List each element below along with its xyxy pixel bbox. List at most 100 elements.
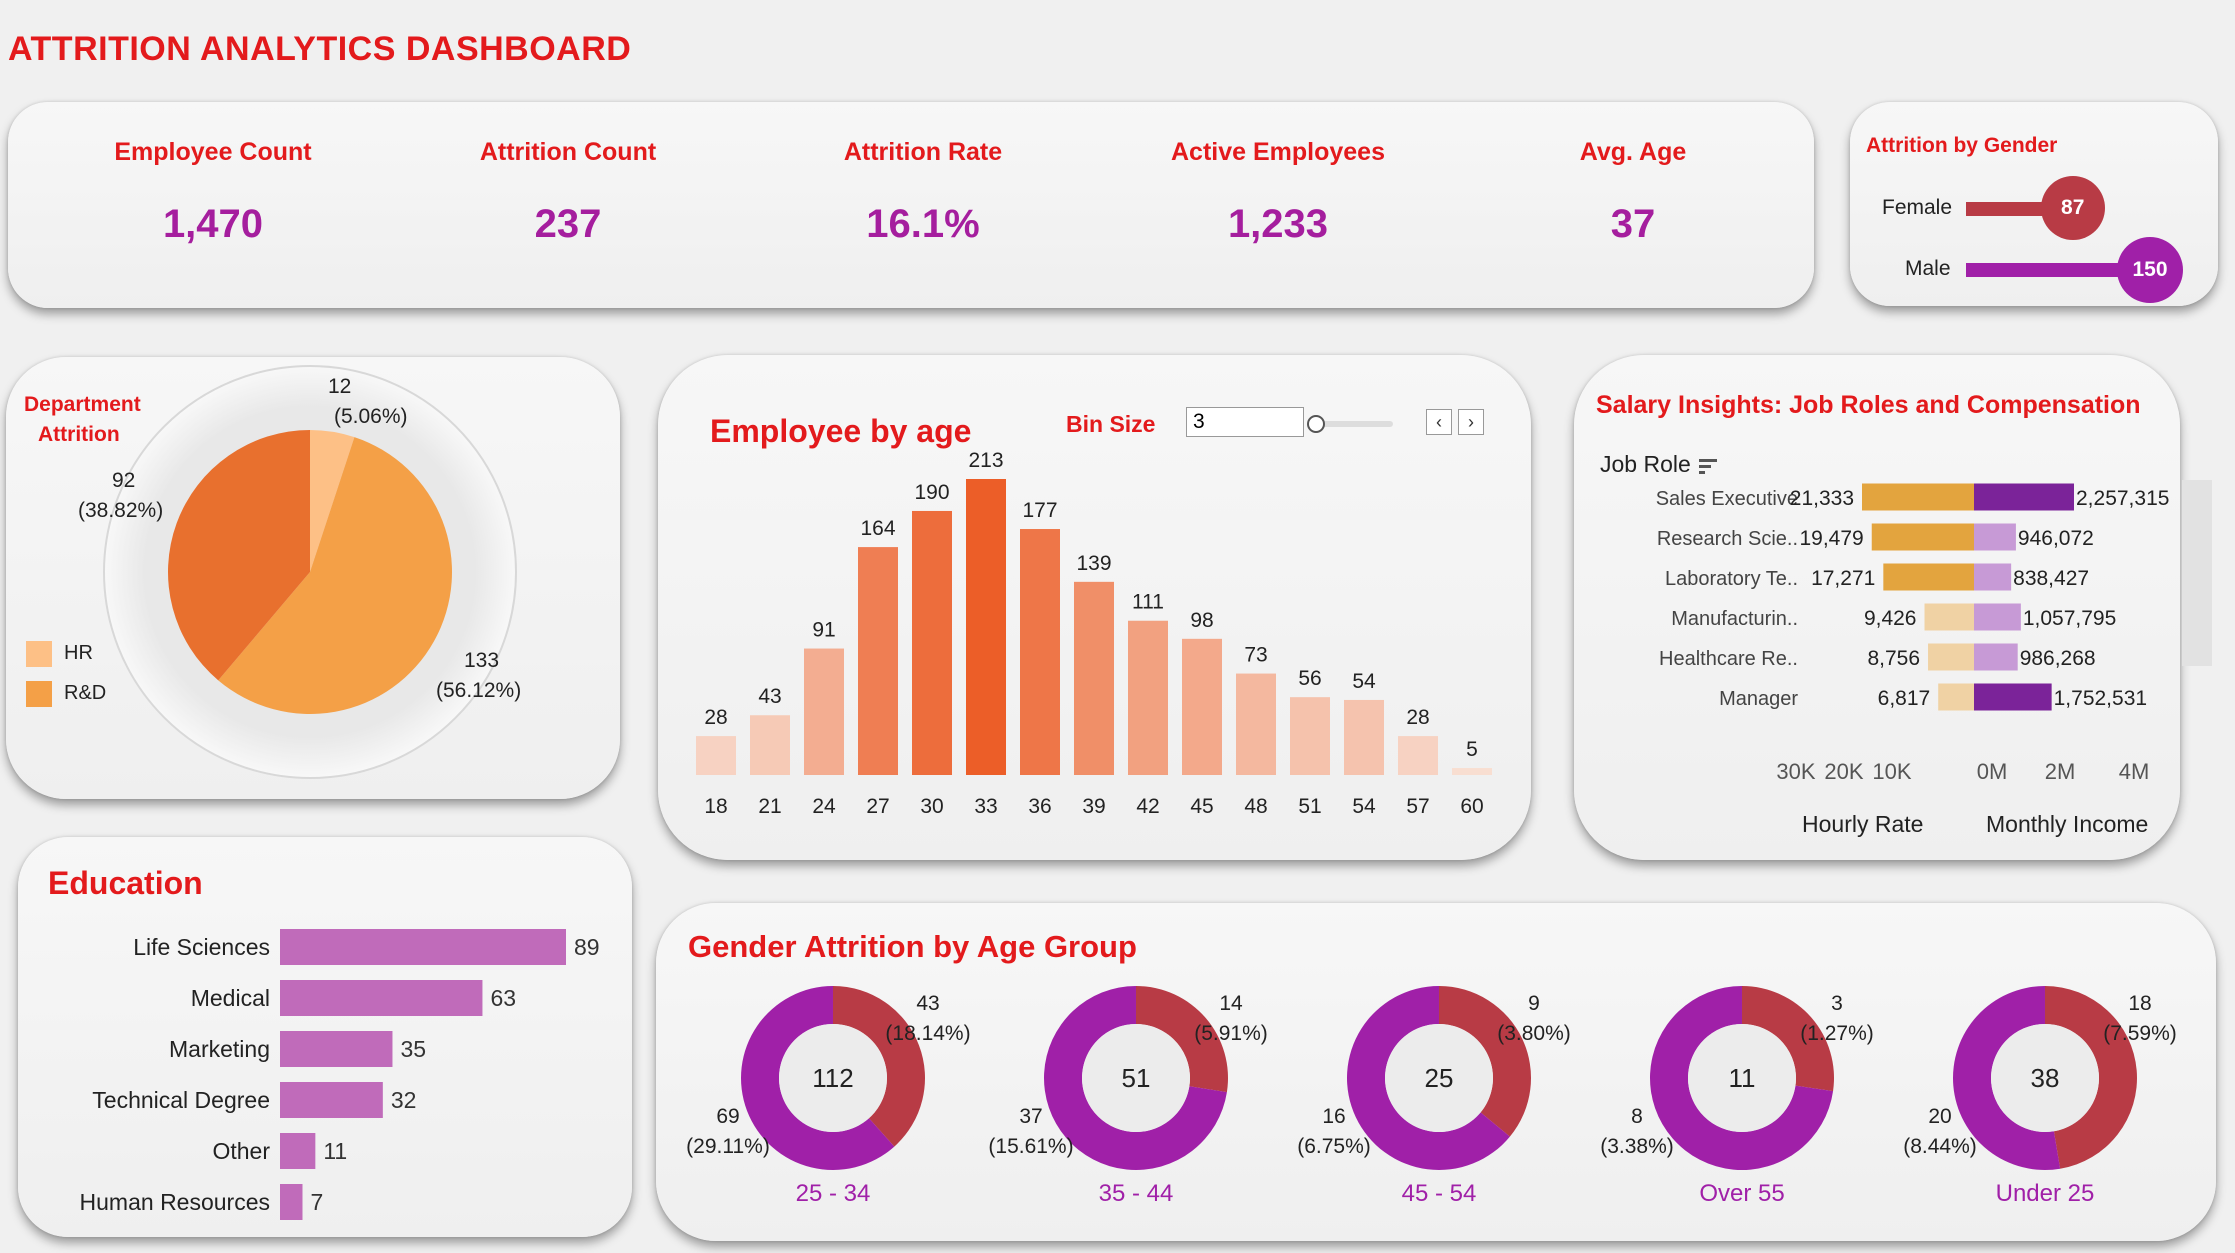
male-count-label: 69 <box>716 1105 739 1128</box>
age-bar-label: 54 <box>1352 670 1376 693</box>
education-value-label: 35 <box>400 1036 426 1062</box>
age-tick-label: 36 <box>1028 795 1051 818</box>
age-bar <box>750 715 790 775</box>
male-count-label: 16 <box>1322 1105 1345 1128</box>
age-bar-label: 28 <box>704 706 727 729</box>
monthly-axis-label: Monthly Income <box>1986 811 2149 837</box>
kpi-value: 1,233 <box>1227 202 1329 246</box>
age-tick-label: 21 <box>758 795 781 818</box>
age-bar <box>1290 697 1330 775</box>
female-pct-label: (7.59%) <box>2103 1022 2177 1045</box>
education-value-label: 32 <box>391 1087 417 1113</box>
age-bar <box>1128 620 1168 775</box>
donut-total-label: 51 <box>1122 1063 1151 1093</box>
age-tick-label: 42 <box>1136 795 1159 818</box>
hourly-value-label: 21,333 <box>1790 487 1854 510</box>
education-bar <box>280 1082 383 1118</box>
age-bar-label: 139 <box>1076 552 1111 575</box>
department-title-line1: Department <box>24 393 141 416</box>
female-count-label: 18 <box>2128 992 2151 1015</box>
female-pct-label: (1.27%) <box>1800 1022 1874 1045</box>
job-role-label: Healthcare Re.. <box>1659 648 1798 670</box>
education-category-label: Life Sciences <box>133 934 270 960</box>
male-value: 150 <box>2132 258 2168 281</box>
department-pie <box>168 430 452 714</box>
male-pct-label: (6.75%) <box>1297 1135 1371 1158</box>
female-count-label: 3 <box>1831 992 1843 1015</box>
education-bar <box>280 980 483 1016</box>
age-bar-label: 28 <box>1406 706 1429 729</box>
age-bar-label: 213 <box>968 449 1003 472</box>
kpi-value: 16.1% <box>866 202 980 246</box>
hourly-bar <box>1871 523 1974 551</box>
rd-count-label: 133 <box>464 649 500 672</box>
kpi-value: 37 <box>1610 202 1656 246</box>
monthly-tick-label: 0M <box>1977 759 2008 784</box>
male-count-label: 8 <box>1631 1105 1643 1128</box>
monthly-bar <box>1974 643 2018 671</box>
education-bar <box>280 1031 393 1067</box>
male-pct-label: (29.11%) <box>686 1135 770 1158</box>
age-tick-label: 48 <box>1244 795 1267 818</box>
age-bar-label: 56 <box>1298 667 1321 690</box>
age-tick-label: 27 <box>866 795 889 818</box>
gender-title: Attrition by Gender <box>1866 134 2058 157</box>
age-tick-label: 45 <box>1190 795 1213 818</box>
age-bar-label: 73 <box>1244 644 1267 667</box>
hourly-bar <box>1938 683 1974 711</box>
age-tick-label: 39 <box>1082 795 1105 818</box>
salary-scrollbar-track[interactable] <box>2182 480 2212 666</box>
education-bar <box>280 1133 316 1169</box>
male-value-circle: 150 <box>2117 237 2183 303</box>
age-bar <box>1398 736 1438 775</box>
male-count-label: 20 <box>1928 1105 1951 1128</box>
education-value-label: 7 <box>310 1189 323 1215</box>
monthly-value-label: 946,072 <box>2018 527 2094 550</box>
job-role-label: Laboratory Te.. <box>1665 568 1798 590</box>
age-bar <box>858 547 898 775</box>
monthly-bar <box>1974 683 2052 711</box>
monthly-bar <box>1974 563 2012 591</box>
monthly-value-label: 838,427 <box>2013 567 2089 590</box>
age-tick-label: 30 <box>920 795 943 818</box>
male-label: Male <box>1905 257 1951 280</box>
age-bar <box>1236 673 1276 775</box>
education-card: Education Life Sciences 89 Medical 63 Market… <box>18 837 632 1237</box>
kpi-label: Attrition Rate <box>843 138 1003 166</box>
rd-pct-label: (56.12%) <box>436 679 522 702</box>
donut-total-label: 112 <box>812 1063 853 1093</box>
education-chart: Life Sciences 89 Medical 63 Marketing 35 Techn… <box>80 929 600 1220</box>
age-group-label: 45 - 54 <box>1402 1180 1477 1207</box>
education-bar <box>280 1184 303 1220</box>
department-card: Department Attrition 12 (5.06%) 92 (38.8… <box>6 357 620 799</box>
monthly-value-label: 986,268 <box>2020 647 2096 670</box>
female-label: Female <box>1882 196 1953 219</box>
male-pct-label: (15.61%) <box>988 1135 1073 1158</box>
education-value-label: 89 <box>574 934 600 960</box>
hourly-value-label: 17,271 <box>1811 567 1875 590</box>
rd-legend-label: R&D <box>64 682 107 704</box>
education-bar <box>280 929 566 965</box>
hr-legend-label: HR <box>64 642 93 664</box>
page-title: ATTRITION ANALYTICS DASHBOARD <box>8 30 632 68</box>
education-category-label: Medical <box>191 985 270 1011</box>
age-tick-label: 18 <box>704 795 727 818</box>
education-category-label: Marketing <box>169 1036 270 1062</box>
age-bar <box>804 648 844 775</box>
kpi-value: 1,470 <box>162 202 264 246</box>
kpi-label: Employee Count <box>114 138 312 166</box>
gender-card: Attrition by Gender Female Male 87 150 <box>1850 102 2218 306</box>
education-category-label: Other <box>212 1138 270 1164</box>
other-pct-label: (38.82%) <box>78 499 164 522</box>
age-bar <box>1344 699 1384 775</box>
monthly-value-label: 2,257,315 <box>2076 487 2169 510</box>
age-tick-label: 57 <box>1406 795 1429 818</box>
kpi-label: Attrition Count <box>479 138 657 166</box>
age-bar-label: 190 <box>914 481 949 504</box>
hourly-tick-label: 10K <box>1872 759 1911 784</box>
monthly-bar <box>1974 603 2021 631</box>
female-count-label: 43 <box>916 992 939 1015</box>
gender-age-card: Gender Attrition by Age Group 112 43 (18.1… <box>656 903 2216 1241</box>
male-pct-label: (3.38%) <box>1600 1135 1674 1158</box>
education-value-label: 11 <box>323 1138 347 1164</box>
